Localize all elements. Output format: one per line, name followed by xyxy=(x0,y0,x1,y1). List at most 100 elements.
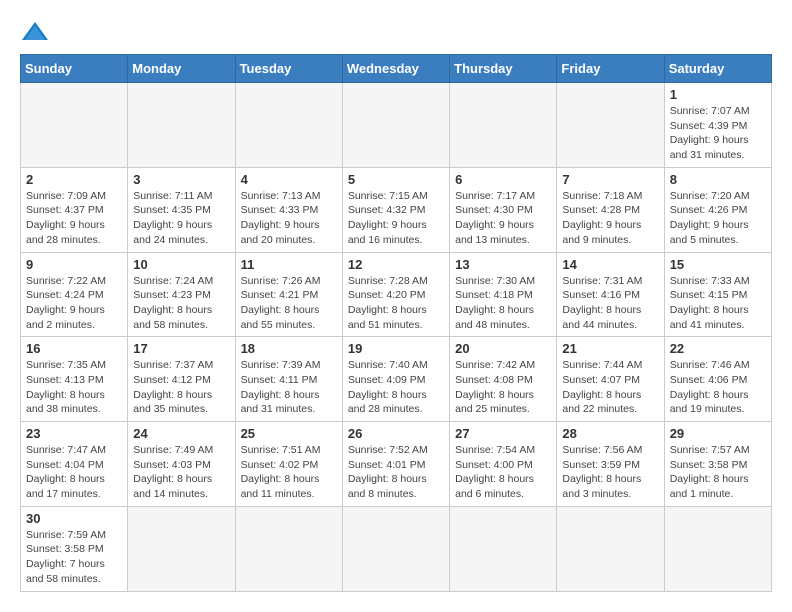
calendar-cell: 6 Sunrise: 7:17 AM Sunset: 4:30 PM Daylig… xyxy=(450,167,557,252)
calendar: SundayMondayTuesdayWednesdayThursdayFrid… xyxy=(20,54,772,592)
calendar-cell xyxy=(450,83,557,168)
calendar-cell: 9 Sunrise: 7:22 AM Sunset: 4:24 PM Daylig… xyxy=(21,252,128,337)
logo xyxy=(20,20,54,44)
calendar-cell: 11 Sunrise: 7:26 AM Sunset: 4:21 PM Dayli… xyxy=(235,252,342,337)
calendar-cell xyxy=(235,506,342,591)
calendar-header-sunday: Sunday xyxy=(21,55,128,83)
day-number: 30 xyxy=(26,511,122,526)
day-info: Sunrise: 7:24 AM Sunset: 4:23 PM Dayligh… xyxy=(133,274,229,333)
calendar-cell: 7 Sunrise: 7:18 AM Sunset: 4:28 PM Daylig… xyxy=(557,167,664,252)
calendar-cell: 1 Sunrise: 7:07 AM Sunset: 4:39 PM Daylig… xyxy=(664,83,771,168)
day-number: 12 xyxy=(348,257,444,272)
calendar-cell xyxy=(128,83,235,168)
day-number: 3 xyxy=(133,172,229,187)
day-number: 15 xyxy=(670,257,766,272)
calendar-header-tuesday: Tuesday xyxy=(235,55,342,83)
day-number: 4 xyxy=(241,172,337,187)
day-number: 16 xyxy=(26,341,122,356)
calendar-cell: 21 Sunrise: 7:44 AM Sunset: 4:07 PM Dayli… xyxy=(557,337,664,422)
calendar-cell: 4 Sunrise: 7:13 AM Sunset: 4:33 PM Daylig… xyxy=(235,167,342,252)
calendar-cell: 13Sunrise: 7:30 AM Sunset: 4:18 PM Dayli… xyxy=(450,252,557,337)
calendar-week-row: 9 Sunrise: 7:22 AM Sunset: 4:24 PM Daylig… xyxy=(21,252,772,337)
calendar-cell: 10Sunrise: 7:24 AM Sunset: 4:23 PM Dayli… xyxy=(128,252,235,337)
day-info: Sunrise: 7:18 AM Sunset: 4:28 PM Dayligh… xyxy=(562,189,658,248)
day-number: 6 xyxy=(455,172,551,187)
calendar-header-row: SundayMondayTuesdayWednesdayThursdayFrid… xyxy=(21,55,772,83)
day-info: Sunrise: 7:35 AM Sunset: 4:13 PM Dayligh… xyxy=(26,358,122,417)
day-info: Sunrise: 7:13 AM Sunset: 4:33 PM Dayligh… xyxy=(241,189,337,248)
calendar-cell xyxy=(342,83,449,168)
calendar-cell: 29 Sunrise: 7:57 AM Sunset: 3:58 PM Dayli… xyxy=(664,422,771,507)
day-info: Sunrise: 7:07 AM Sunset: 4:39 PM Dayligh… xyxy=(670,104,766,163)
calendar-cell xyxy=(21,83,128,168)
day-number: 20 xyxy=(455,341,551,356)
calendar-cell: 28 Sunrise: 7:56 AM Sunset: 3:59 PM Dayli… xyxy=(557,422,664,507)
day-info: Sunrise: 7:31 AM Sunset: 4:16 PM Dayligh… xyxy=(562,274,658,333)
day-number: 8 xyxy=(670,172,766,187)
day-info: Sunrise: 7:47 AM Sunset: 4:04 PM Dayligh… xyxy=(26,443,122,502)
day-info: Sunrise: 7:42 AM Sunset: 4:08 PM Dayligh… xyxy=(455,358,551,417)
day-number: 21 xyxy=(562,341,658,356)
calendar-header-thursday: Thursday xyxy=(450,55,557,83)
calendar-cell: 22Sunrise: 7:46 AM Sunset: 4:06 PM Dayli… xyxy=(664,337,771,422)
calendar-cell: 24Sunrise: 7:49 AM Sunset: 4:03 PM Dayli… xyxy=(128,422,235,507)
calendar-cell: 26 Sunrise: 7:52 AM Sunset: 4:01 PM Dayli… xyxy=(342,422,449,507)
day-number: 29 xyxy=(670,426,766,441)
day-info: Sunrise: 7:33 AM Sunset: 4:15 PM Dayligh… xyxy=(670,274,766,333)
day-info: Sunrise: 7:20 AM Sunset: 4:26 PM Dayligh… xyxy=(670,189,766,248)
day-info: Sunrise: 7:22 AM Sunset: 4:24 PM Dayligh… xyxy=(26,274,122,333)
calendar-cell xyxy=(342,506,449,591)
day-info: Sunrise: 7:52 AM Sunset: 4:01 PM Dayligh… xyxy=(348,443,444,502)
calendar-cell: 23Sunrise: 7:47 AM Sunset: 4:04 PM Dayli… xyxy=(21,422,128,507)
calendar-cell: 8 Sunrise: 7:20 AM Sunset: 4:26 PM Daylig… xyxy=(664,167,771,252)
calendar-header-saturday: Saturday xyxy=(664,55,771,83)
calendar-cell: 15 Sunrise: 7:33 AM Sunset: 4:15 PM Dayli… xyxy=(664,252,771,337)
calendar-cell: 25Sunrise: 7:51 AM Sunset: 4:02 PM Dayli… xyxy=(235,422,342,507)
day-info: Sunrise: 7:09 AM Sunset: 4:37 PM Dayligh… xyxy=(26,189,122,248)
calendar-header-monday: Monday xyxy=(128,55,235,83)
day-info: Sunrise: 7:26 AM Sunset: 4:21 PM Dayligh… xyxy=(241,274,337,333)
day-number: 7 xyxy=(562,172,658,187)
calendar-cell xyxy=(664,506,771,591)
calendar-cell: 30 Sunrise: 7:59 AM Sunset: 3:58 PM Dayli… xyxy=(21,506,128,591)
day-number: 2 xyxy=(26,172,122,187)
day-info: Sunrise: 7:44 AM Sunset: 4:07 PM Dayligh… xyxy=(562,358,658,417)
header xyxy=(20,20,772,44)
calendar-week-row: 1 Sunrise: 7:07 AM Sunset: 4:39 PM Daylig… xyxy=(21,83,772,168)
day-number: 19 xyxy=(348,341,444,356)
day-number: 1 xyxy=(670,87,766,102)
day-info: Sunrise: 7:30 AM Sunset: 4:18 PM Dayligh… xyxy=(455,274,551,333)
calendar-cell: 12 Sunrise: 7:28 AM Sunset: 4:20 PM Dayli… xyxy=(342,252,449,337)
calendar-cell xyxy=(235,83,342,168)
calendar-cell: 3 Sunrise: 7:11 AM Sunset: 4:35 PM Daylig… xyxy=(128,167,235,252)
calendar-cell xyxy=(557,83,664,168)
day-number: 5 xyxy=(348,172,444,187)
calendar-cell xyxy=(450,506,557,591)
calendar-week-row: 16 Sunrise: 7:35 AM Sunset: 4:13 PM Dayli… xyxy=(21,337,772,422)
day-info: Sunrise: 7:11 AM Sunset: 4:35 PM Dayligh… xyxy=(133,189,229,248)
day-info: Sunrise: 7:57 AM Sunset: 3:58 PM Dayligh… xyxy=(670,443,766,502)
logo-icon xyxy=(20,20,50,44)
day-info: Sunrise: 7:59 AM Sunset: 3:58 PM Dayligh… xyxy=(26,528,122,587)
day-info: Sunrise: 7:28 AM Sunset: 4:20 PM Dayligh… xyxy=(348,274,444,333)
day-info: Sunrise: 7:37 AM Sunset: 4:12 PM Dayligh… xyxy=(133,358,229,417)
day-info: Sunrise: 7:54 AM Sunset: 4:00 PM Dayligh… xyxy=(455,443,551,502)
day-number: 11 xyxy=(241,257,337,272)
day-number: 28 xyxy=(562,426,658,441)
calendar-cell xyxy=(128,506,235,591)
day-info: Sunrise: 7:15 AM Sunset: 4:32 PM Dayligh… xyxy=(348,189,444,248)
day-number: 17 xyxy=(133,341,229,356)
day-number: 26 xyxy=(348,426,444,441)
calendar-cell: 18Sunrise: 7:39 AM Sunset: 4:11 PM Dayli… xyxy=(235,337,342,422)
calendar-header-friday: Friday xyxy=(557,55,664,83)
day-info: Sunrise: 7:56 AM Sunset: 3:59 PM Dayligh… xyxy=(562,443,658,502)
day-number: 9 xyxy=(26,257,122,272)
day-number: 14 xyxy=(562,257,658,272)
day-info: Sunrise: 7:17 AM Sunset: 4:30 PM Dayligh… xyxy=(455,189,551,248)
calendar-week-row: 2 Sunrise: 7:09 AM Sunset: 4:37 PM Daylig… xyxy=(21,167,772,252)
calendar-header-wednesday: Wednesday xyxy=(342,55,449,83)
day-info: Sunrise: 7:39 AM Sunset: 4:11 PM Dayligh… xyxy=(241,358,337,417)
day-number: 27 xyxy=(455,426,551,441)
day-info: Sunrise: 7:40 AM Sunset: 4:09 PM Dayligh… xyxy=(348,358,444,417)
calendar-cell xyxy=(557,506,664,591)
